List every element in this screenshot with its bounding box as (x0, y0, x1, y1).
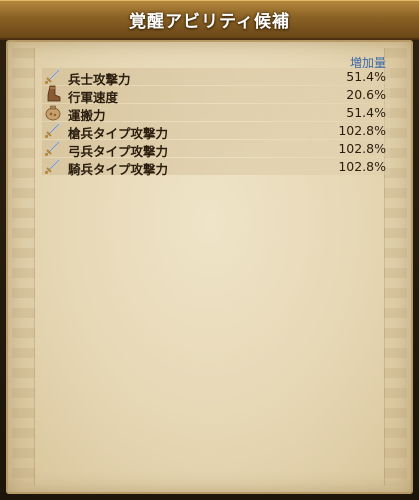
ability-value: 102.8% (338, 123, 386, 138)
sword-icon (44, 139, 62, 157)
ability-table: 増加量 兵士攻撃力 51.4% 行軍速度 20.6% 運搬力 51.4% 槍兵タ… (42, 42, 390, 177)
ability-value: 102.8% (338, 141, 386, 156)
ability-value: 51.4% (346, 69, 386, 84)
ability-row: 兵士攻撃力 51.4% (42, 67, 390, 87)
ability-name: 騎兵タイプ攻撃力 (68, 162, 169, 177)
sword-icon (44, 121, 62, 139)
parchment-body: 増加量 兵士攻撃力 51.4% 行軍速度 20.6% 運搬力 51.4% 槍兵タ… (6, 40, 413, 494)
sack-icon (44, 103, 62, 121)
ability-row: 弓兵タイプ攻撃力 102.8% (42, 139, 390, 159)
ability-value: 102.8% (338, 159, 386, 174)
boot-icon (44, 85, 62, 103)
panel-title: 覚醒アビリティ候補 (129, 12, 290, 32)
ability-row: 運搬力 51.4% (42, 103, 390, 123)
title-bar: 覚醒アビリティ候補 (0, 0, 419, 40)
ability-row: 槍兵タイプ攻撃力 102.8% (42, 121, 390, 141)
ability-candidates-panel: 覚醒アビリティ候補 増加量 兵士攻撃力 51.4% 行軍速度 20.6% 運搬力… (0, 0, 419, 500)
ability-value: 51.4% (346, 105, 386, 120)
ability-value: 20.6% (346, 87, 386, 102)
table-header: 増加量 (42, 42, 390, 70)
ability-row: 騎兵タイプ攻撃力 102.8% (42, 157, 390, 177)
sword-icon (44, 157, 62, 175)
ability-row: 行軍速度 20.6% (42, 85, 390, 105)
left-ornament (12, 48, 35, 486)
sword-icon (44, 67, 62, 85)
